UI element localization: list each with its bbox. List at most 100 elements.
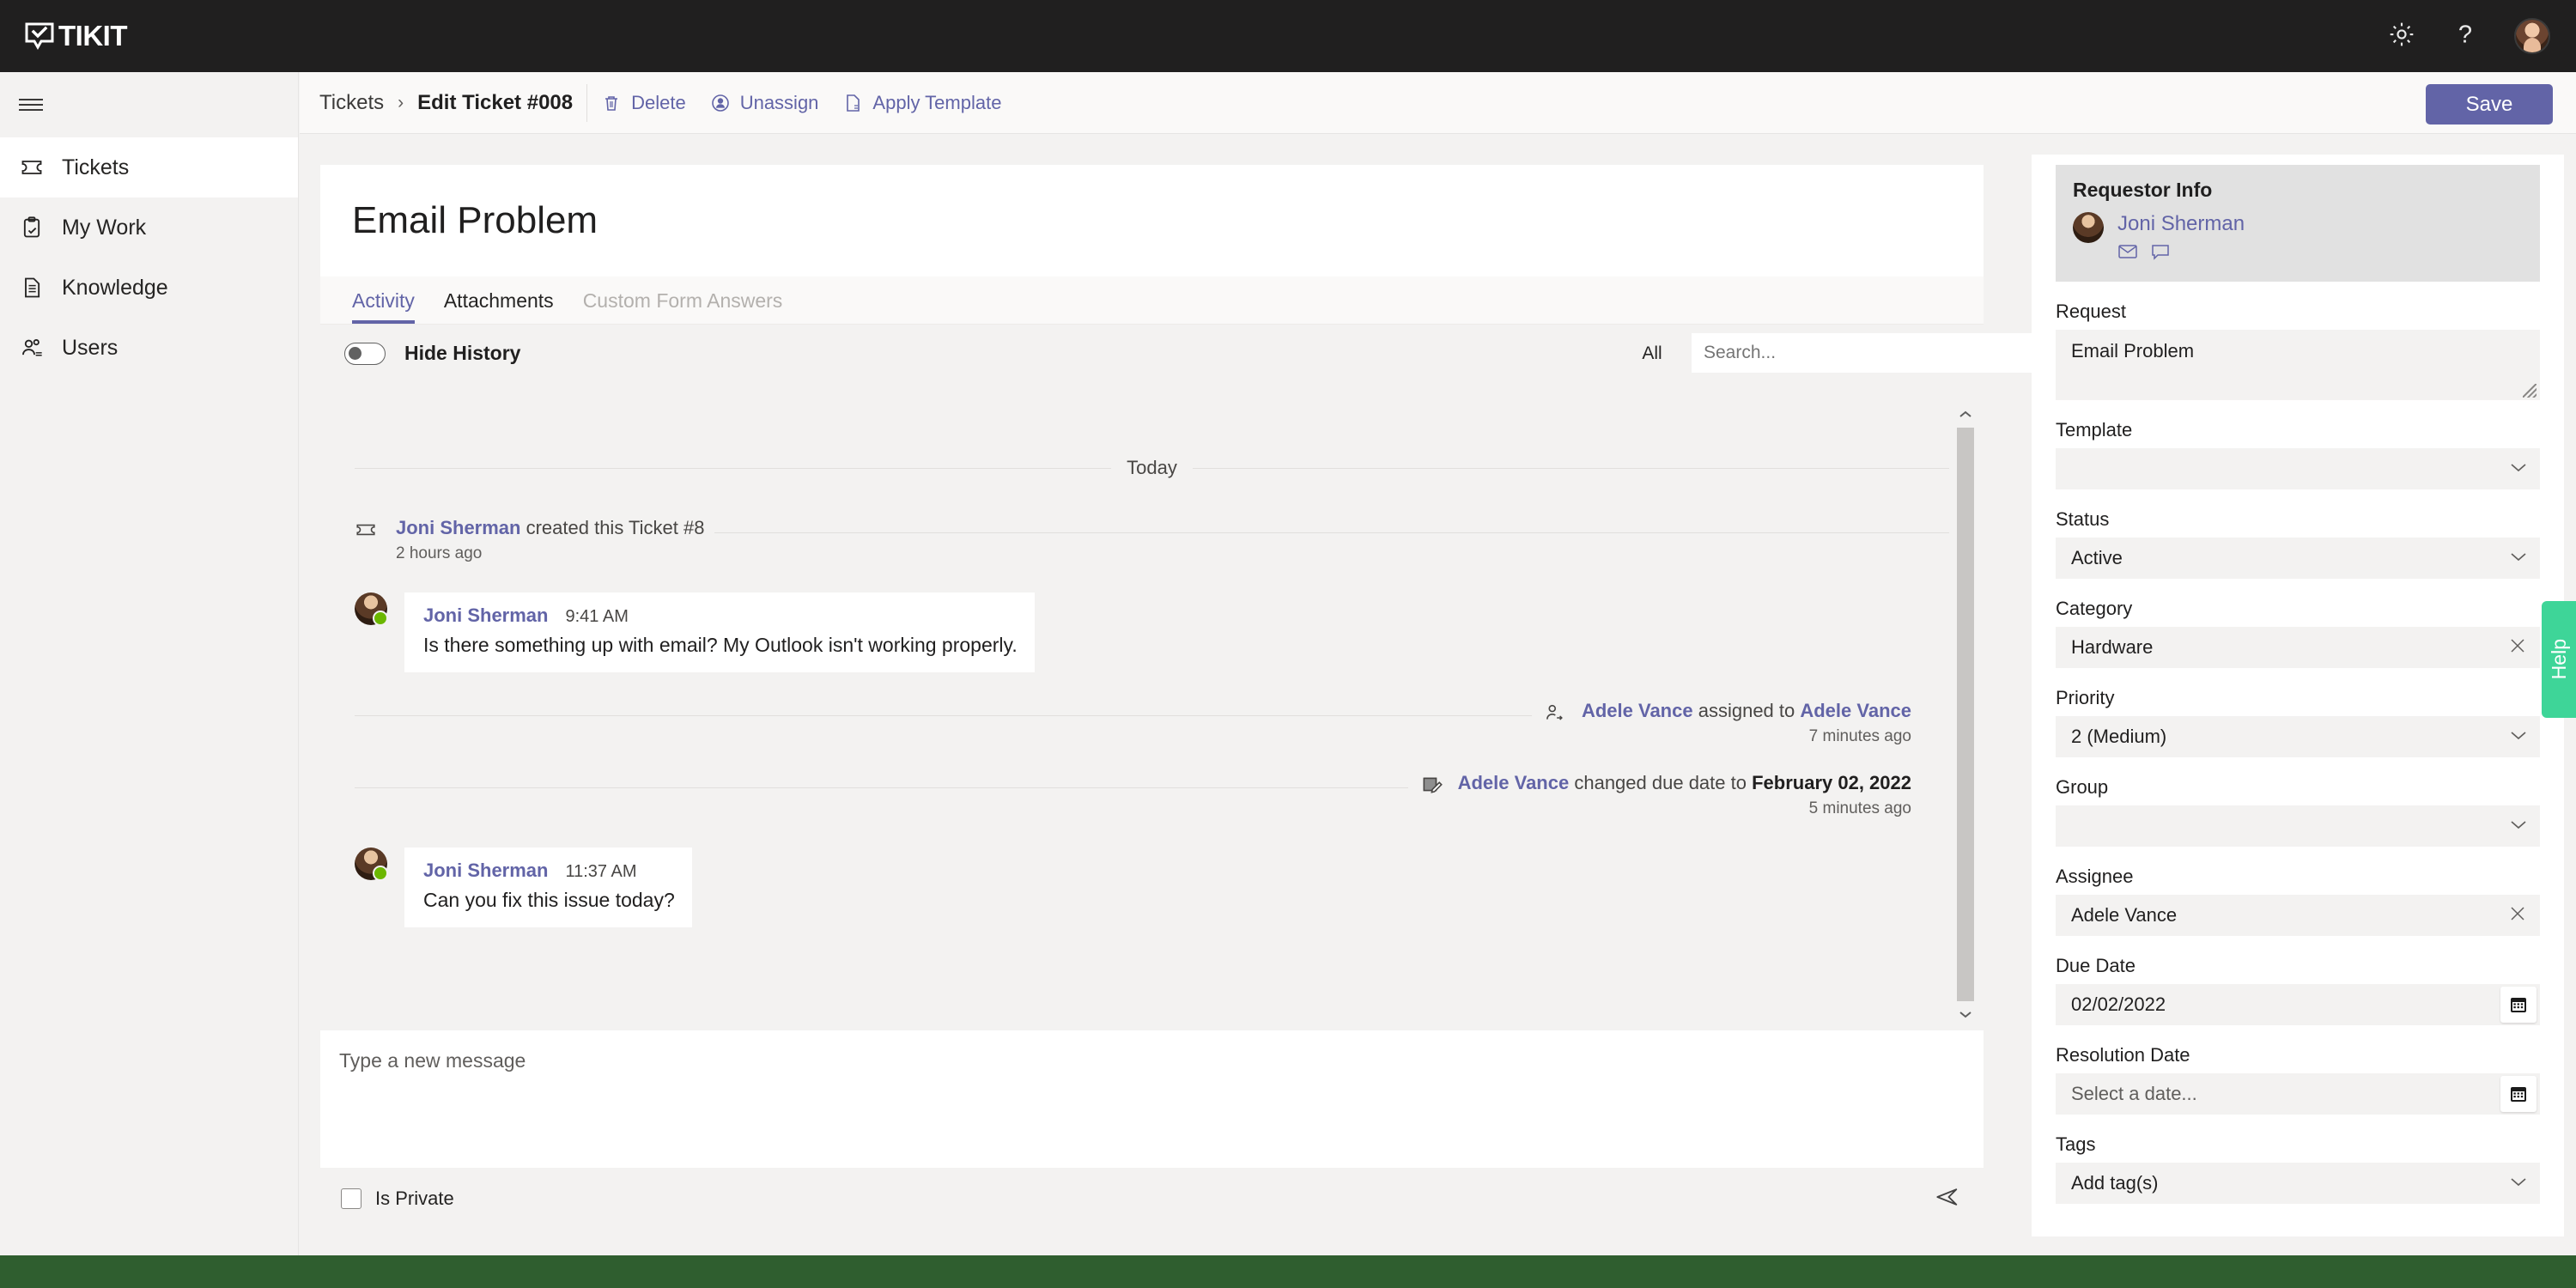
- field-due-date: Due Date 02/02/2022: [2056, 955, 2540, 1025]
- requestor-info-title: Requestor Info: [2073, 179, 2213, 201]
- user-avatar[interactable]: [2514, 18, 2550, 54]
- event-actor[interactable]: Adele Vance: [1458, 772, 1570, 793]
- sidebar-item-label: Knowledge: [62, 275, 168, 300]
- tab-activity[interactable]: Activity: [352, 289, 415, 324]
- divider-line-left: [355, 467, 1112, 469]
- event-actor[interactable]: Joni Sherman: [396, 517, 520, 538]
- search-input[interactable]: [1704, 343, 2035, 363]
- chat-bubble-icon[interactable]: [2150, 243, 2171, 264]
- scrollbar-thumb[interactable]: [1957, 428, 1974, 1001]
- resize-handle-icon[interactable]: [2523, 384, 2537, 398]
- activity-feed: Today Joni Sherman created this Ticket #…: [320, 395, 1984, 1030]
- is-private-checkbox[interactable]: [341, 1188, 361, 1209]
- delete-button[interactable]: Delete: [601, 92, 686, 114]
- sidebar-item-knowledge[interactable]: Knowledge: [0, 258, 298, 318]
- hide-history-control[interactable]: Hide History: [344, 342, 520, 365]
- field-value: 02/02/2022: [2071, 993, 2166, 1015]
- help-tab-label: Help: [2547, 639, 2570, 680]
- message-bubble: Joni Sherman 9:41 AM Is there something …: [404, 592, 1035, 672]
- requestor-name[interactable]: Joni Sherman: [2117, 212, 2245, 236]
- sidebar-item-users[interactable]: Users: [0, 318, 298, 378]
- tab-custom-form-answers[interactable]: Custom Form Answers: [583, 289, 783, 324]
- field-label: Due Date: [2056, 955, 2136, 976]
- chevron-down-icon[interactable]: [2509, 1176, 2528, 1192]
- question-mark-icon[interactable]: ?: [2452, 20, 2478, 53]
- sidebar-item-tickets[interactable]: Tickets: [0, 137, 298, 197]
- people-icon: [19, 335, 45, 361]
- envelope-icon[interactable]: [2117, 243, 2138, 264]
- field-priority: Priority 2 (Medium): [2056, 687, 2540, 757]
- message-author[interactable]: Joni Sherman: [423, 605, 548, 627]
- calendar-icon[interactable]: [2500, 1076, 2537, 1112]
- unassign-label: Unassign: [739, 91, 819, 113]
- message-author[interactable]: Joni Sherman: [423, 860, 548, 882]
- sidebar-item-my-work[interactable]: My Work: [0, 197, 298, 258]
- activity-item-created: Joni Sherman created this Ticket #8 2 ho…: [320, 517, 1984, 563]
- gear-icon[interactable]: [2387, 20, 2416, 53]
- field-label: Template: [2056, 419, 2133, 440]
- clear-icon[interactable]: [2507, 635, 2528, 659]
- composer-toolbar: Is Private: [320, 1168, 1984, 1230]
- chevron-up-icon[interactable]: [1954, 404, 1977, 426]
- avatar: [355, 592, 388, 626]
- ticket-detail-panel: Email Problem Activity Attachments Custo…: [320, 165, 2069, 1238]
- activity-search[interactable]: [1692, 333, 2069, 373]
- category-select[interactable]: Hardware: [2056, 627, 2540, 668]
- apply-template-button[interactable]: Apply Template: [842, 92, 1001, 114]
- is-private-label: Is Private: [375, 1188, 454, 1209]
- chevron-down-icon[interactable]: [2509, 550, 2528, 567]
- activity-filter-dropdown[interactable]: All: [1613, 338, 1691, 369]
- chevron-down-icon[interactable]: [2509, 729, 2528, 745]
- group-select[interactable]: [2056, 805, 2540, 847]
- due-date-input[interactable]: 02/02/2022: [2056, 984, 2540, 1025]
- hide-history-label: Hide History: [404, 342, 521, 364]
- delete-label: Delete: [631, 91, 686, 113]
- template-select[interactable]: [2056, 448, 2540, 489]
- breadcrumb-root[interactable]: Tickets: [319, 91, 384, 115]
- sidebar: Tickets My Work Knowledge Users: [0, 72, 299, 1288]
- app-logo-text: TIKIT: [58, 20, 127, 52]
- tags-select[interactable]: Add tag(s): [2056, 1163, 2540, 1204]
- chevron-down-icon[interactable]: [1954, 1003, 1977, 1025]
- chevron-down-icon[interactable]: [2509, 461, 2528, 477]
- field-label: Status: [2056, 508, 2110, 530]
- day-divider: Today: [320, 395, 1984, 479]
- header-actions: ?: [2387, 18, 2550, 54]
- event-middle: assigned to: [1692, 700, 1801, 721]
- help-tab-button[interactable]: Help: [2542, 601, 2576, 718]
- field-value: Adele Vance: [2071, 904, 2178, 926]
- speech-bubble-check-icon: [24, 21, 55, 52]
- event-target[interactable]: Adele Vance: [1800, 700, 1911, 721]
- chevron-down-icon[interactable]: [2509, 818, 2528, 835]
- page-title: Email Problem: [352, 199, 598, 241]
- ticket-title-bar: Email Problem: [320, 165, 1984, 276]
- feed-scrollbar[interactable]: [1954, 404, 1977, 1025]
- calendar-icon[interactable]: [2500, 987, 2537, 1023]
- message-body: Can you fix this issue today?: [423, 889, 675, 911]
- clear-icon[interactable]: [2507, 903, 2528, 927]
- tab-attachments[interactable]: Attachments: [444, 289, 554, 324]
- field-request: Request Email Problem: [2056, 301, 2540, 400]
- request-textarea[interactable]: Email Problem: [2056, 330, 2540, 400]
- edit-note-icon: [1420, 772, 1443, 800]
- message-composer[interactable]: Type a new message: [320, 1030, 1984, 1168]
- sidebar-item-label: Users: [62, 335, 118, 360]
- breadcrumb-separator: ›: [398, 92, 404, 112]
- activity-filter-value: All: [1642, 343, 1662, 363]
- send-icon[interactable]: [1934, 1184, 1959, 1214]
- unassign-button[interactable]: Unassign: [710, 91, 819, 114]
- status-select[interactable]: Active: [2056, 538, 2540, 579]
- assignee-select[interactable]: Adele Vance: [2056, 895, 2540, 936]
- resolution-date-input[interactable]: Select a date...: [2056, 1073, 2540, 1115]
- person-assign-icon: [1544, 700, 1566, 728]
- event-timestamp: 2 hours ago: [396, 544, 483, 562]
- hamburger-menu-icon[interactable]: [0, 72, 298, 137]
- field-status: Status Active: [2056, 508, 2540, 579]
- avatar: [2073, 212, 2104, 243]
- priority-select[interactable]: 2 (Medium): [2056, 716, 2540, 757]
- hide-history-toggle[interactable]: [344, 342, 386, 365]
- save-button[interactable]: Save: [2426, 84, 2553, 125]
- field-value: Select a date...: [2071, 1083, 2197, 1104]
- app-logo[interactable]: TIKIT: [24, 20, 127, 52]
- event-actor[interactable]: Adele Vance: [1582, 700, 1693, 721]
